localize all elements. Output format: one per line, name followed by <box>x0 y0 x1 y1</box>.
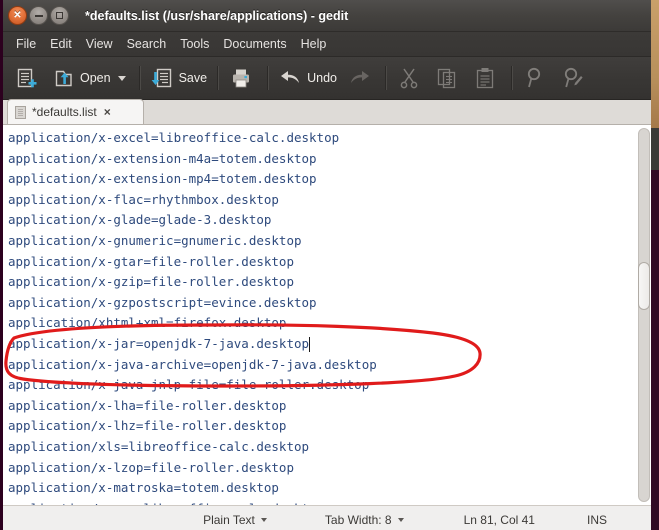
editor-line: application/x-matroska=totem.desktop <box>8 480 279 496</box>
language-label: Plain Text <box>203 513 255 527</box>
find-button[interactable] <box>518 61 556 95</box>
editor-line: application/x-gtar=file-roller.desktop <box>8 253 294 269</box>
scrollbar-trough[interactable] <box>638 128 650 502</box>
editor-line: application/x-mps=libreoffice-calc.deskt… <box>8 499 635 505</box>
menu-help[interactable]: Help <box>294 35 334 53</box>
chevron-down-icon[interactable] <box>117 75 126 81</box>
menu-tools[interactable]: Tools <box>173 35 216 53</box>
open-button[interactable]: Open <box>47 61 134 95</box>
document-tab-label: *defaults.list <box>32 105 97 119</box>
undo-icon <box>281 71 300 83</box>
minimize-icon <box>34 14 43 17</box>
editor-line: application/x-flac=rhythmbox.desktop <box>8 191 279 207</box>
toolbar-separator <box>510 66 513 90</box>
statusbar: Plain Text Tab Width: 8 Ln 81, Col 41 IN… <box>3 505 651 530</box>
menu-search[interactable]: Search <box>120 35 174 53</box>
editor-line: application/x-lzop=file-roller.desktop <box>8 459 294 475</box>
chevron-down-icon <box>397 518 404 522</box>
insert-mode-indicator: INS <box>586 513 607 527</box>
tabbar: *defaults.list × <box>3 99 651 125</box>
language-selector[interactable]: Plain Text <box>203 513 267 527</box>
editor-line: application/x-excel=libreoffice-calc.des… <box>8 130 340 145</box>
copy-button[interactable] <box>430 61 468 95</box>
editor-line: application/x-java-archive=openjdk-7-jav… <box>8 356 377 372</box>
undo-label: Undo <box>307 71 337 85</box>
vertical-scrollbar[interactable] <box>635 125 651 505</box>
cut-button[interactable] <box>392 61 430 95</box>
chevron-down-icon <box>260 518 267 522</box>
paste-button[interactable] <box>468 61 506 95</box>
window-title: *defaults.list (/usr/share/applications)… <box>85 8 349 23</box>
toolbar: Open Save Undo <box>3 57 651 100</box>
replace-button[interactable] <box>556 61 594 95</box>
undo-button[interactable]: Undo <box>274 61 342 95</box>
save-label: Save <box>178 71 208 85</box>
text-cursor <box>308 337 311 352</box>
new-document-button[interactable] <box>9 61 47 95</box>
editor-line: application/x-extension-m4a=totem.deskto… <box>8 150 317 166</box>
close-button[interactable]: ✕ <box>8 6 27 25</box>
editor-line: application/x-gzip=file-roller.desktop <box>8 274 294 290</box>
menu-documents[interactable]: Documents <box>216 35 293 53</box>
search-icon <box>527 67 541 88</box>
toolbar-separator <box>267 66 270 90</box>
save-button[interactable]: Save <box>146 61 213 95</box>
open-folder-icon <box>55 70 72 87</box>
print-button[interactable] <box>224 61 262 95</box>
editor-line: application/xhtml+xml=firefox.desktop <box>8 315 287 331</box>
menu-file[interactable]: File <box>9 35 43 53</box>
toolbar-separator <box>217 66 220 90</box>
new-document-icon <box>17 68 37 88</box>
tab-close-icon[interactable]: × <box>103 106 112 118</box>
document-tab[interactable]: *defaults.list × <box>7 99 144 124</box>
redo-button[interactable] <box>342 61 380 95</box>
save-icon <box>151 68 171 88</box>
toolbar-separator <box>138 66 141 90</box>
maximize-icon <box>56 12 63 19</box>
editor-line: application/x-jar=openjdk-7-java.desktop <box>8 335 310 351</box>
maximize-button[interactable] <box>50 6 69 25</box>
editor-line: application/x-extension-mp4=totem.deskto… <box>8 171 317 187</box>
menu-view[interactable]: View <box>79 35 120 53</box>
editor-line: application/xls=libreoffice-calc.desktop <box>8 438 310 454</box>
scissors-icon <box>400 68 418 89</box>
editor-line: application/x-glade=glade-3.desktop <box>8 212 272 228</box>
tab-width-label: Tab Width: 8 <box>324 513 392 527</box>
document-icon <box>15 105 26 119</box>
titlebar[interactable]: ✕ *defaults.list (/usr/share/application… <box>3 0 651 32</box>
editor-line: application/x-lha=file-roller.desktop <box>8 397 287 413</box>
scrollbar-thumb[interactable] <box>638 262 650 310</box>
copy-icon <box>437 68 456 89</box>
menubar: File Edit View Search Tools Documents He… <box>3 32 651 57</box>
editor-area: application/x-excel=libreoffice-calc.des… <box>3 125 651 505</box>
cursor-position: Ln 81, Col 41 <box>463 513 535 527</box>
gedit-window: ✕ *defaults.list (/usr/share/application… <box>0 0 651 530</box>
text-view[interactable]: application/x-excel=libreoffice-calc.des… <box>3 125 635 505</box>
paste-icon <box>476 68 494 89</box>
close-icon: ✕ <box>13 9 22 21</box>
redo-icon <box>350 71 369 83</box>
tab-width-selector[interactable]: Tab Width: 8 <box>325 513 404 527</box>
menu-edit[interactable]: Edit <box>43 35 79 53</box>
find-replace-icon <box>564 67 583 88</box>
editor-line: application/x-gnumeric=gnumeric.desktop <box>8 232 302 248</box>
toolbar-separator <box>384 66 387 90</box>
open-label: Open <box>80 71 111 85</box>
editor-line: application/x-java-jnlp-file=file-roller… <box>8 377 370 393</box>
print-icon <box>233 69 250 88</box>
editor-line: application/x-gzpostscript=evince.deskto… <box>8 294 317 310</box>
editor-line: application/x-lhz=file-roller.desktop <box>8 418 287 434</box>
minimize-button[interactable] <box>29 6 48 25</box>
